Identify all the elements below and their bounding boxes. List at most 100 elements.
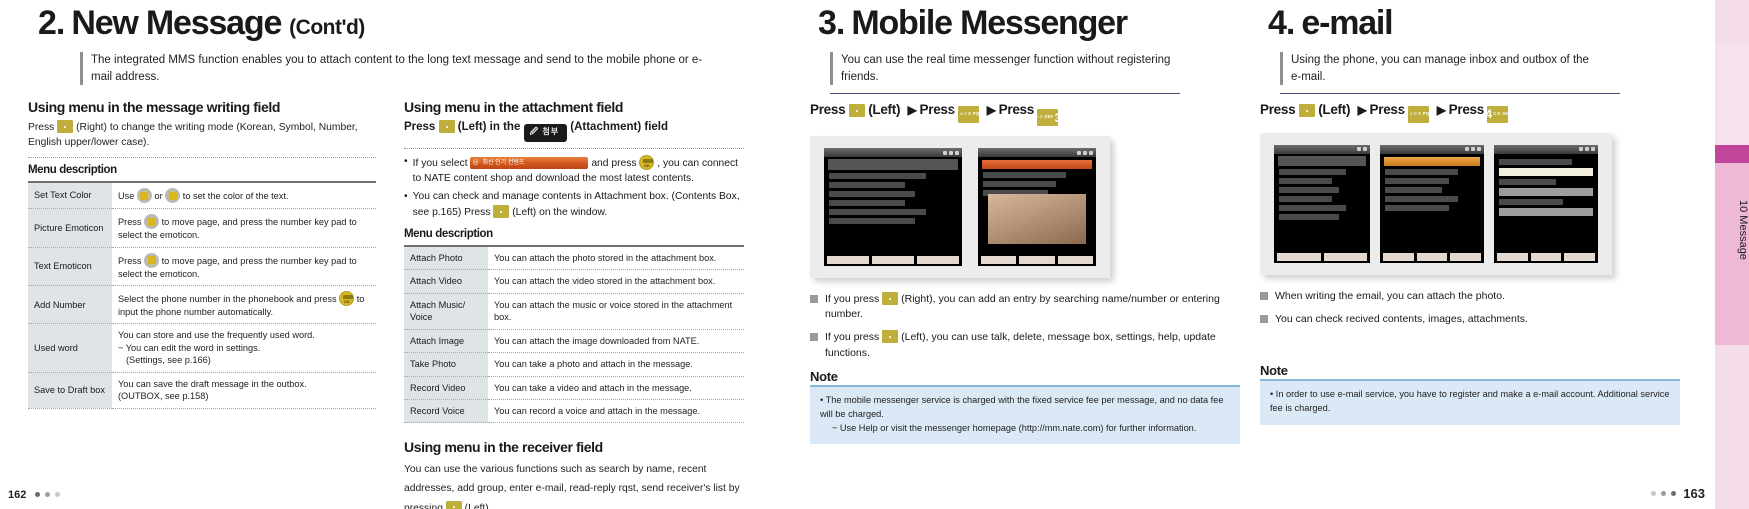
key-digit: 4 [1485,107,1492,122]
press-word: Press [28,122,55,134]
row-key: Text Emoticon [28,247,112,287]
phone-screen-account [1494,144,1598,263]
phone-screenshot-figure-messenger [810,136,1110,279]
text: Press [118,217,142,228]
press-word: Press [810,102,846,118]
menu-line [1279,195,1332,202]
table-row: Attach Image You can attach the image do… [404,329,744,354]
section4-press-sequence: Press (Left) ▶ Press 7 ㅅㅇㅈ PQRS ▶ Press 4 … [1260,102,1680,123]
row-desc: You can save the draft message in the ou… [112,372,376,409]
receiver-field-text: You can use the various functions such a… [404,460,744,509]
press-middle: (Left) in the [457,121,521,134]
menu-description-label-1: Menu description [28,164,117,177]
row-desc: You can store and use the frequently use… [112,323,376,373]
attachment-press-line: Press (Left) in the 🖉 첨부 (Attachment) fi… [404,120,744,143]
square-bullet-icon [1260,315,1268,324]
table-row: Save to Draft box You can save the draft… [28,372,376,409]
menu-line [1279,186,1339,193]
row-desc: You can record a voice and attach in the… [488,399,744,424]
bullet-text: If you press (Left), you can use talk, d… [825,330,1240,360]
numeric-key-4-icon: 4 ㄷㄸ GHI [1485,105,1510,123]
page-dots [1650,491,1676,496]
highlighted-row [1384,156,1480,166]
menu-description-table-attachment: Attach Photo You can attach the photo st… [404,245,744,424]
menu-line [1279,168,1347,175]
section-title-receiver-field: Using menu in the receiver field [404,439,603,456]
menu-line [829,173,926,180]
section3-bullets: If you press (Right), you can add an ent… [810,292,1240,361]
status-bar [1494,144,1598,154]
section-title-writing-field: Using menu in the message writing field [28,99,280,116]
table-row: Text Emoticon Press to move page, and pr… [28,247,376,287]
lead-accent-bar [80,52,83,86]
row-key: Set Text Color [28,182,112,210]
attachment-chip: 🖉 첨부 [523,124,568,143]
writing-field-press-line: Press (Right) to change the writing mode… [28,120,376,151]
page-number-left: 162 [8,489,61,501]
row-desc: You can attach the music or voice stored… [488,293,744,330]
table-row: Set Text Color Use or to set the color o… [28,182,376,210]
menu-line [829,182,905,189]
row-key: Take Photo [404,352,488,377]
dot [55,492,61,497]
edge-tab: 10 Message [1715,0,1749,509]
navigation-key-icon [144,252,160,268]
text: You can save the draft message in the ou… [118,378,307,389]
row-key: Add Number [28,285,112,325]
clip-icon: 🖉 [529,127,540,137]
text: Use [118,191,135,202]
divider [404,148,744,150]
square-bullet-icon [810,295,818,304]
dot [1660,491,1666,496]
press-description: (Right) to change the writing mode (Kore… [28,122,358,149]
dot [1670,491,1676,496]
soft-key-icon [57,120,74,134]
press-word: Press [919,102,956,118]
soft-key-bar [1497,252,1596,261]
row-desc: You can take a video and attach in the m… [488,376,744,400]
text: and press [591,158,637,170]
row-key: Save to Draft box [28,372,112,409]
note-title: Note [810,368,838,384]
table-row: Record Voice You can record a voice and … [404,399,744,424]
edge-band [1715,345,1749,509]
arrow-right-icon: ▶ [1436,103,1446,118]
page-number-right: 163 [1650,486,1705,501]
menu-description-table-writing: Set Text Color Use or to set the color o… [28,181,376,409]
press-word: Press [1260,102,1296,118]
left-column-1: Using menu in the message writing field … [28,99,376,509]
press-soft-label: (Left) [1318,102,1351,118]
table-row: Record Video You can take a video and at… [404,376,744,400]
note-title: Note [1260,363,1288,379]
lead-text: You can use the real time messenger func… [841,54,1171,83]
list-item: When writing the email, you can attach t… [1260,289,1680,304]
edge-tab-label: 10 Message [1737,200,1749,260]
text: (Left). [464,502,492,509]
row-desc: Select the phone number in the phonebook… [112,285,376,325]
bullet-text: When writing the email, you can attach t… [1275,289,1505,302]
bullet-text: You can check and manage contents in Att… [413,190,744,221]
table-row: Used word You can store and use the freq… [28,323,376,373]
lead-accent-bar [830,52,833,86]
menu-line [829,218,915,225]
numeric-key-7-icon: 7 ㅅㅇㅈ PQRS [952,105,985,123]
chapter-number: 3. [818,4,845,42]
row-desc: You can take a photo and attach in the m… [488,352,744,377]
chapter-title: Mobile Messenger [851,4,1128,42]
divider [1280,93,1620,95]
text: (OUTBOX, see p.158) [118,391,209,402]
list-item: If you press (Right), you can add an ent… [810,292,1240,322]
press-word: Press [1448,102,1485,118]
soft-key-bar [1383,252,1482,261]
manual-spread: 2. New Message (Cont'd) The integrated M… [0,0,1749,509]
phone-screen-inbox [1380,144,1484,263]
table-row: Take Photo You can take a photo and atta… [404,352,744,377]
text: If you press [825,293,880,306]
divider [830,93,1180,95]
bullet-text: You can check recived contents, images, … [1275,313,1528,326]
content-shop-chip: 최신 인기 컨텐츠 [470,157,589,170]
key-label: ㅅㅇㅈ PQRS [959,111,986,117]
input-field [1499,167,1593,176]
list-item: If you press (Left), you can use talk, d… [810,330,1240,360]
soft-key-icon [848,104,865,118]
